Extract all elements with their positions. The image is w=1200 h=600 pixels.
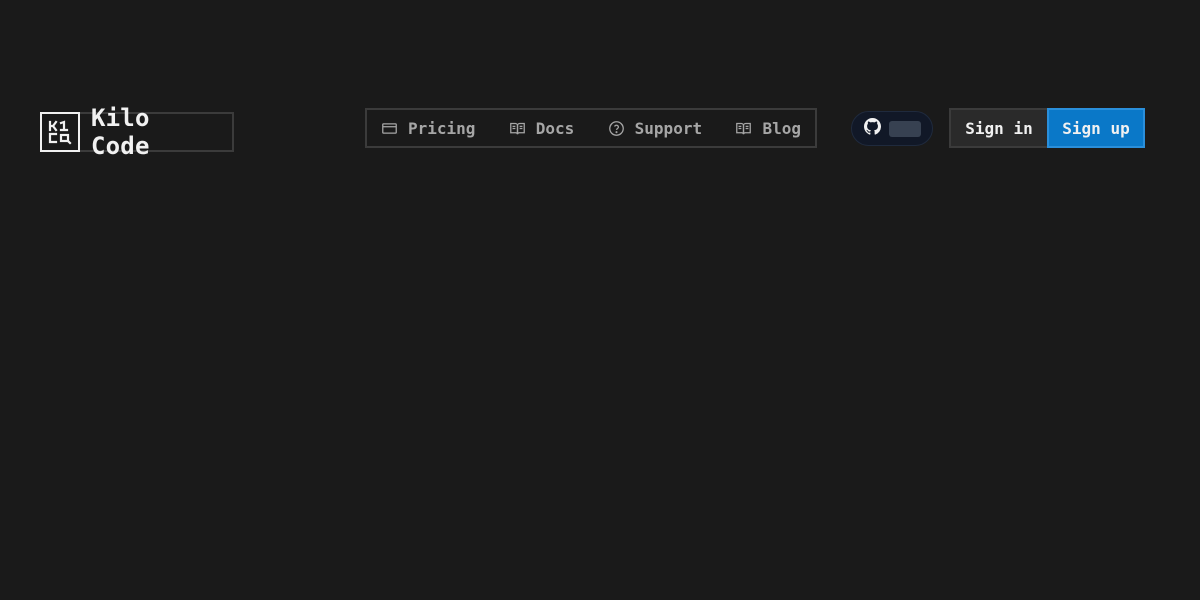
book-open-icon [509,120,526,137]
credit-card-icon [381,120,398,137]
auth-buttons: Sign in Sign up [949,108,1145,148]
nav-item-blog-label: Blog [762,118,801,138]
nav-item-pricing[interactable]: Pricing [381,119,475,138]
nav-item-support[interactable]: Support [608,119,702,138]
home-logo-link[interactable]: Kilo Code [40,104,234,160]
nav-item-support-label: Support [634,118,703,138]
kilo-code-logo-icon [40,112,80,152]
main-nav: Pricing Docs Support Blog [365,108,817,148]
nav-item-blog[interactable]: Blog [735,119,801,138]
nav-item-docs-label: Docs [535,118,575,138]
sign-in-button[interactable]: Sign in [949,108,1047,148]
nav-item-docs[interactable]: Docs [509,118,575,138]
github-icon [864,118,881,139]
help-circle-icon [608,120,625,137]
book-open-icon [735,120,752,137]
github-star-count-placeholder [889,120,921,137]
page: Kilo Code Pricing Docs Support Blog Sign… [0,0,1200,600]
github-stars-button[interactable] [851,111,933,146]
nav-item-pricing-label: Pricing [408,118,476,138]
brand-name: Kilo Code [80,104,234,160]
sign-up-button[interactable]: Sign up [1047,108,1145,148]
